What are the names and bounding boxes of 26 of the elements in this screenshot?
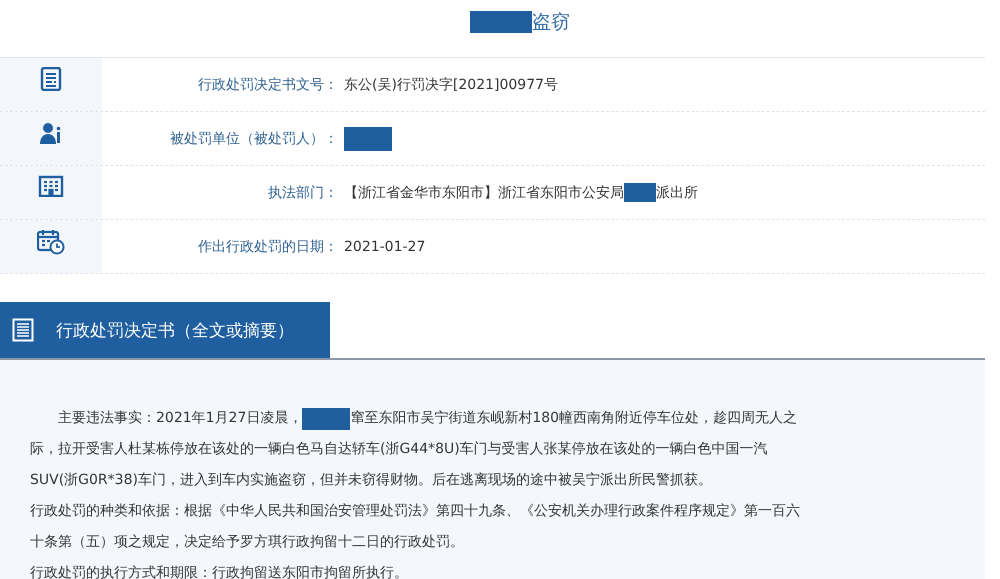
document-icon — [12, 318, 34, 342]
paragraph-text: SUV(浙G0R*38)车门，进入到车内实施盗窃，但并未窃得财物。后在逃离现场的途中被吴宁派出所民警抓获。 — [30, 471, 712, 490]
field-value: 【浙江省金华市东阳市】浙江省东阳市公安局 — [344, 184, 624, 202]
paragraph-text: 十条第（五）项之规定，决定给予罗方琪行政拘留十二日的行政处罚。 — [30, 533, 464, 552]
paragraph-text: 际，拉开受害人杜某栋停放在该处的一辆白色马自达轿车(浙G44*8U)车门与受害人张某停放在该处的一辆白色中国一汽 — [30, 440, 768, 459]
person-icon — [39, 121, 63, 145]
paragraph-text: 行政处罚的执行方式和期限：行政拘留送东阳市拘留所执行。 — [30, 564, 408, 579]
field-label: 作出行政处罚的日期： — [198, 238, 338, 256]
field-value: 2021-01-27 — [344, 238, 426, 254]
redaction-bar — [302, 408, 350, 430]
field-value: 东公(吴)行罚决字[2021]00977号 — [344, 76, 558, 94]
redaction-bar — [344, 126, 392, 150]
field-label: 行政处罚决定书文号： — [198, 76, 338, 94]
building-icon — [38, 175, 64, 197]
document-icon — [40, 67, 62, 91]
calendar-clock-icon — [37, 229, 65, 255]
section-title: 行政处罚决定书（全文或摘要） — [56, 320, 294, 342]
redaction-bar — [624, 183, 656, 202]
paragraph-text: 主要违法事实：2021年1月27日凌晨， — [58, 409, 302, 428]
redaction-bar — [470, 11, 532, 33]
field-label: 被处罚单位（被处罚人）： — [170, 130, 338, 148]
field-label: 执法部门： — [268, 184, 338, 202]
page-title: 盗窃 — [532, 10, 570, 35]
paragraph-text: 行政处罚的种类和依据：根据《中华人民共和国治安管理处罚法》第四十九条、《公安机关办理行政案件程序规定》第一百六 — [30, 502, 800, 521]
paragraph-text: 窜至东阳市吴宁街道东岘新村180幢西南角附近停车位处，趁四周无人之 — [350, 409, 798, 428]
field-value: 派出所 — [656, 184, 698, 202]
